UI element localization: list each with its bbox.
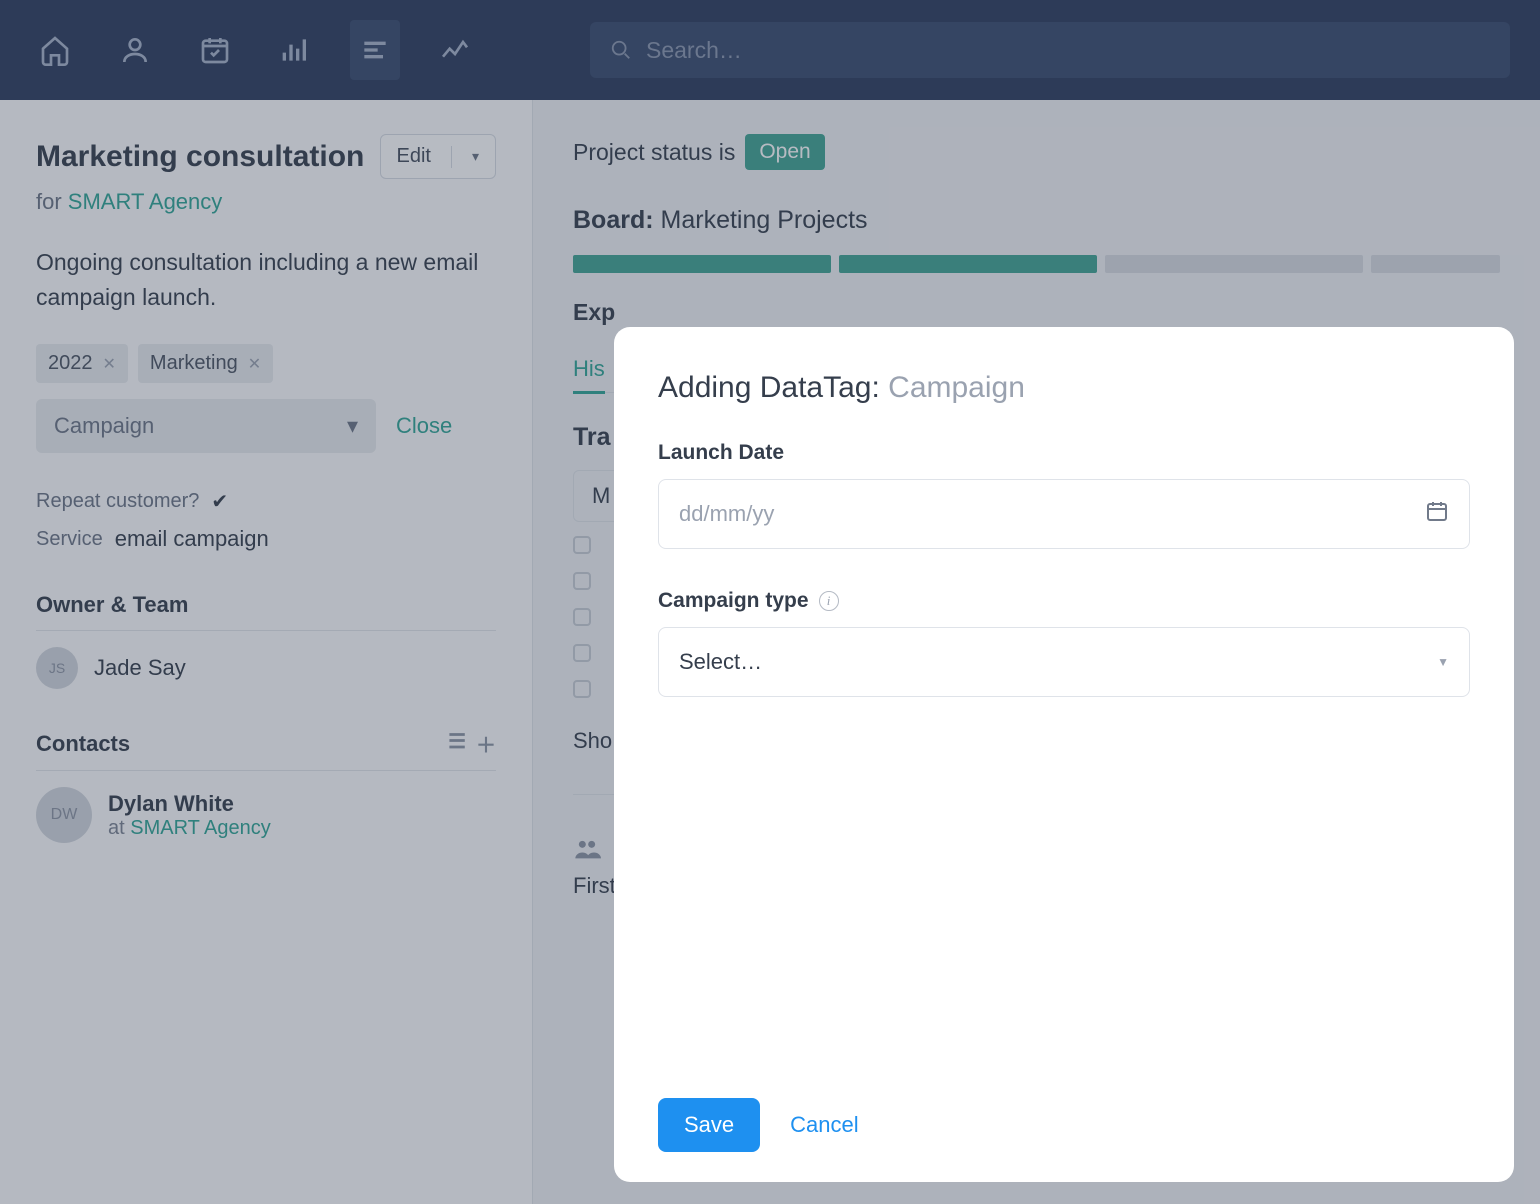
modal-title: Adding DataTag: Campaign: [658, 371, 1470, 405]
calendar-icon[interactable]: [1425, 499, 1449, 529]
info-icon[interactable]: i: [819, 591, 839, 611]
campaign-type-label: Campaign type i: [658, 589, 1470, 613]
launch-date-label: Launch Date: [658, 441, 1470, 465]
add-datatag-modal: Adding DataTag: Campaign Launch Date Cam…: [614, 327, 1514, 1182]
date-field[interactable]: [679, 501, 1425, 527]
modal-overlay[interactable]: Adding DataTag: Campaign Launch Date Cam…: [0, 0, 1540, 1204]
save-button[interactable]: Save: [658, 1098, 760, 1152]
campaign-type-select[interactable]: Select… ▼: [658, 627, 1470, 697]
select-placeholder: Select…: [679, 649, 762, 675]
launch-date-input[interactable]: [658, 479, 1470, 549]
caret-down-icon: ▼: [1437, 655, 1449, 669]
modal-title-value: Campaign: [888, 371, 1025, 404]
cancel-button[interactable]: Cancel: [790, 1112, 858, 1138]
